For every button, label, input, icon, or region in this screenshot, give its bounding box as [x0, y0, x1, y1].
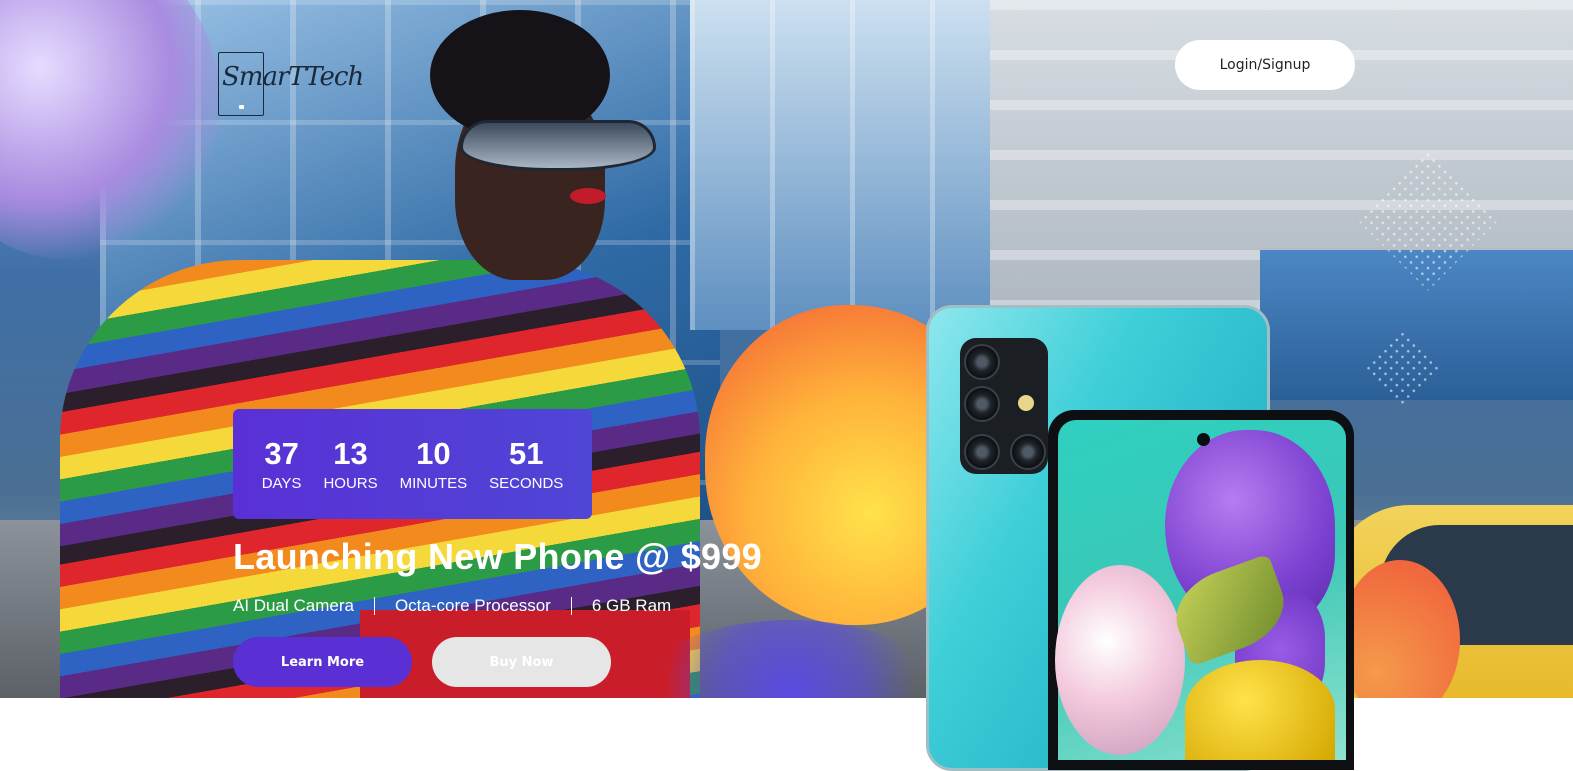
- camera-lens-icon: [964, 386, 1000, 422]
- camera-lens-icon: [1010, 434, 1046, 470]
- countdown-hours: 13 HOURS: [323, 435, 378, 492]
- countdown-minutes-value: 10: [416, 435, 451, 471]
- wallpaper-yellow-sphere: [1185, 660, 1335, 760]
- countdown-days-value: 37: [264, 435, 299, 471]
- model-lips: [570, 188, 606, 204]
- feature-list: AI Dual Camera Octa-core Processor 6 GB …: [233, 596, 671, 616]
- front-camera-icon: [1197, 433, 1210, 446]
- feature-item: AI Dual Camera: [233, 596, 354, 615]
- logo-text: SmarTTech: [222, 62, 364, 92]
- countdown-seconds: 51 SECONDS: [489, 435, 564, 492]
- learn-more-button[interactable]: Learn More: [233, 637, 412, 687]
- camera-lens-icon: [964, 344, 1000, 380]
- background-building-middle: [690, 0, 1010, 330]
- brand-logo[interactable]: SmarTTech: [218, 52, 364, 118]
- wallpaper-pink-sphere: [1055, 565, 1185, 755]
- countdown-days: 37 DAYS: [261, 435, 302, 492]
- countdown-seconds-label: SECONDS: [489, 474, 564, 492]
- hero-headline: Launching New Phone @ $999: [233, 536, 763, 577]
- camera-lens-icon: [964, 434, 1000, 470]
- feature-divider: [373, 597, 375, 615]
- feature-item: Octa-core Processor: [394, 596, 551, 615]
- countdown-hours-value: 13: [333, 435, 368, 471]
- login-signup-button[interactable]: Login/Signup: [1175, 40, 1355, 90]
- countdown-timer: 37 DAYS 13 HOURS 10 MINUTES 51 SECONDS: [233, 409, 592, 519]
- countdown-minutes: 10 MINUTES: [399, 435, 468, 492]
- countdown-hours-label: HOURS: [323, 474, 378, 492]
- countdown-minutes-label: MINUTES: [399, 474, 468, 492]
- feature-item: 6 GB Ram: [591, 596, 672, 615]
- countdown-seconds-value: 51: [508, 435, 544, 471]
- countdown-days-label: DAYS: [261, 474, 302, 492]
- feature-divider: [570, 597, 572, 615]
- camera-flash-icon: [1018, 395, 1034, 411]
- buy-now-button[interactable]: Buy Now: [432, 637, 611, 687]
- model-sunglasses: [460, 120, 656, 171]
